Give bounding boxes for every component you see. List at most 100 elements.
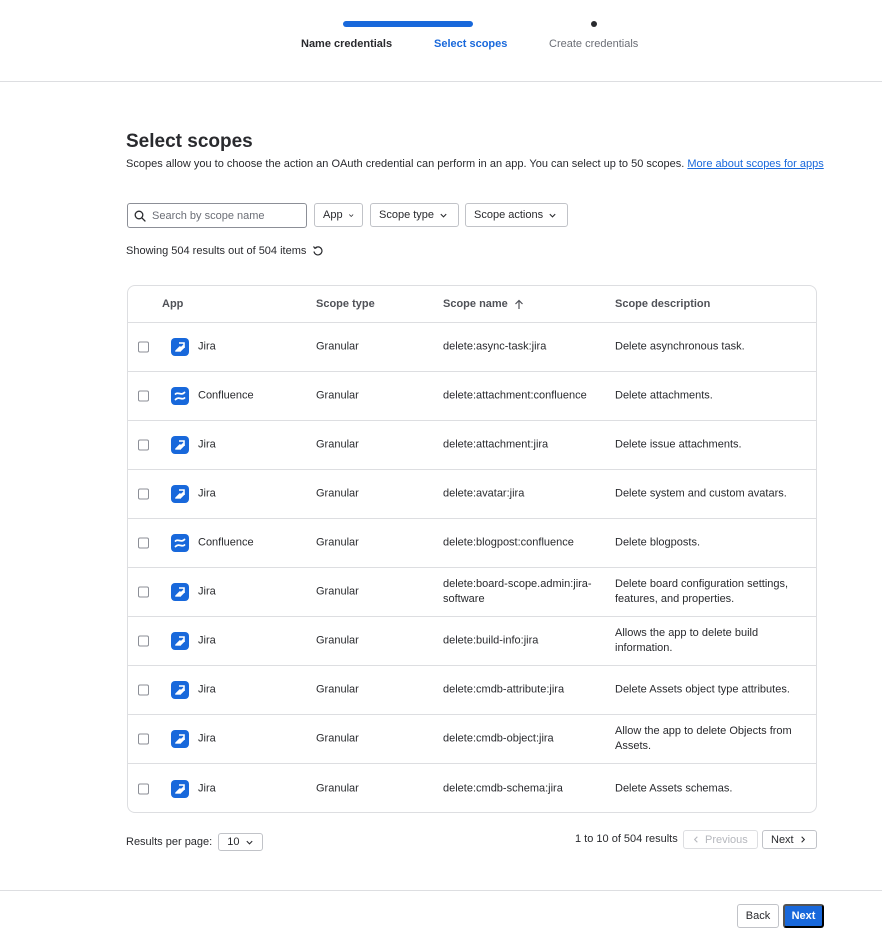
app-name: Jira: [198, 585, 216, 598]
header-scope-type[interactable]: Scope type: [316, 298, 375, 310]
table-header: App Scope type Scope name Scope descript…: [128, 286, 816, 323]
row-checkbox[interactable]: [138, 341, 149, 353]
scope-name: delete:cmdb-attribute:jira: [443, 683, 565, 696]
previous-page-button[interactable]: Previous: [683, 830, 758, 849]
scope-type: Granular: [316, 340, 359, 353]
confluence-icon: [171, 534, 189, 552]
chevron-down-icon: [348, 213, 353, 217]
row-checkbox[interactable]: [138, 635, 149, 647]
results-summary: Showing 504 results out of 504 items: [126, 245, 324, 257]
next-page-button[interactable]: Next: [762, 830, 817, 849]
table-row[interactable]: Jira Granular delete:cmdb-object:jira Allow…: [128, 715, 816, 764]
chevron-left-icon: [693, 836, 698, 843]
scope-description: Allows the app to delete build informati…: [615, 627, 759, 654]
scope-actions-filter-label: Scope actions: [474, 209, 544, 221]
table-row[interactable]: Confluence Granular delete:blogpost:conflu…: [128, 519, 816, 568]
scope-type: Granular: [316, 389, 359, 402]
scopes-table: App Scope type Scope name Scope descript…: [127, 285, 817, 813]
header-app[interactable]: App: [162, 298, 183, 310]
scope-name: delete:attachment:confluence: [443, 389, 587, 402]
app-name: Jira: [198, 732, 216, 745]
chevron-down-icon: [440, 213, 447, 218]
row-checkbox[interactable]: [138, 586, 149, 598]
next-button[interactable]: Next: [783, 904, 824, 928]
table-row[interactable]: Jira Granular delete:board-scope.admin:jir…: [128, 568, 816, 617]
table-body: Jira Granular delete:async-task:jira Delete…: [128, 323, 816, 812]
description-text: Scopes allow you to choose the action an…: [126, 158, 685, 170]
app-name: Jira: [198, 487, 216, 500]
header-scope-name-label: Scope name: [443, 298, 508, 310]
scope-type: Granular: [316, 585, 359, 598]
row-checkbox[interactable]: [138, 783, 149, 794]
more-about-scopes-link[interactable]: More about scopes for apps: [687, 158, 823, 170]
scope-type-filter-button[interactable]: Scope type: [370, 203, 459, 227]
header-scope-name[interactable]: Scope name: [443, 298, 524, 310]
search-field[interactable]: [127, 203, 307, 228]
scope-description: Delete Assets schemas.: [615, 782, 733, 794]
results-per-page-value: 10: [227, 836, 240, 848]
header-scope-description[interactable]: Scope description: [615, 298, 710, 310]
page-description: Scopes allow you to choose the action an…: [126, 157, 826, 172]
results-summary-text: Showing 504 results out of 504 items: [126, 245, 307, 257]
app-filter-label: App: [323, 209, 343, 221]
scope-name: delete:avatar:jira: [443, 487, 525, 500]
jira-icon: [171, 632, 189, 650]
row-checkbox[interactable]: [138, 439, 149, 451]
search-input[interactable]: [152, 209, 292, 222]
row-checkbox[interactable]: [138, 390, 149, 402]
step-select-scopes: Select scopes: [434, 38, 508, 50]
app-name: Confluence: [198, 536, 254, 549]
jira-icon: [171, 436, 189, 454]
jira-icon: [171, 485, 189, 503]
table-row[interactable]: Confluence Granular delete:attachment:conf…: [128, 372, 816, 421]
step-create-credentials: Create credentials: [549, 38, 639, 50]
table-row[interactable]: Jira Granular delete:cmdb-schema:jira Delet…: [128, 764, 816, 812]
table-row[interactable]: Jira Granular delete:async-task:jira Delete…: [128, 323, 816, 372]
chevron-down-icon: [246, 840, 254, 845]
scope-type: Granular: [316, 536, 359, 549]
scope-name: delete:blogpost:confluence: [443, 536, 574, 549]
row-checkbox[interactable]: [138, 488, 149, 500]
back-button[interactable]: Back: [737, 904, 779, 928]
previous-page-label: Previous: [705, 833, 748, 846]
table-row[interactable]: Jira Granular delete:build-info:jira Allows…: [128, 617, 816, 666]
progress-stepper: Name credentials Select scopes Create cr…: [0, 0, 882, 82]
app-name: Jira: [198, 634, 216, 647]
row-checkbox[interactable]: [138, 733, 149, 745]
step-progress-bar: [343, 21, 473, 27]
search-icon: [134, 210, 146, 222]
app-name: Jira: [198, 340, 216, 353]
table-row[interactable]: Jira Granular delete:cmdb-attribute:jira De…: [128, 666, 816, 715]
pagination-range: 1 to 10 of 504 results: [575, 833, 678, 845]
scope-type-filter-label: Scope type: [379, 209, 435, 221]
confluence-icon: [171, 387, 189, 405]
table-row[interactable]: Jira Granular delete:avatar:jira Delete sys…: [128, 470, 816, 519]
row-checkbox[interactable]: [138, 684, 149, 696]
app-name: Confluence: [198, 389, 254, 402]
scope-actions-filter-button[interactable]: Scope actions: [465, 203, 568, 227]
scope-description: Delete asynchronous task.: [615, 340, 745, 353]
scope-description: Delete blogposts.: [615, 536, 700, 549]
app-filter-button[interactable]: App: [314, 203, 363, 227]
results-per-page: Results per page: 10: [126, 833, 264, 851]
scope-name: delete:async-task:jira: [443, 340, 547, 353]
refresh-icon[interactable]: [312, 245, 324, 257]
table-row[interactable]: Jira Granular delete:attachment:jira Delete…: [128, 421, 816, 470]
jira-icon: [171, 583, 189, 601]
scope-name: delete:cmdb-object:jira: [443, 732, 554, 745]
sort-ascending-icon: [514, 299, 523, 309]
app-name: Jira: [198, 438, 216, 451]
jira-icon: [171, 779, 189, 798]
scope-type: Granular: [316, 683, 359, 696]
step-dot: [591, 21, 597, 27]
results-per-page-select[interactable]: 10: [218, 833, 264, 851]
app-name: Jira: [198, 683, 216, 696]
page-title: Select scopes: [126, 131, 253, 152]
footer-bar: Back Next: [0, 890, 882, 933]
row-checkbox[interactable]: [138, 537, 149, 549]
jira-icon: [171, 338, 189, 356]
scope-type: Granular: [316, 782, 359, 794]
next-page-label: Next: [771, 833, 794, 846]
scope-type: Granular: [316, 438, 359, 451]
jira-icon: [171, 681, 189, 699]
